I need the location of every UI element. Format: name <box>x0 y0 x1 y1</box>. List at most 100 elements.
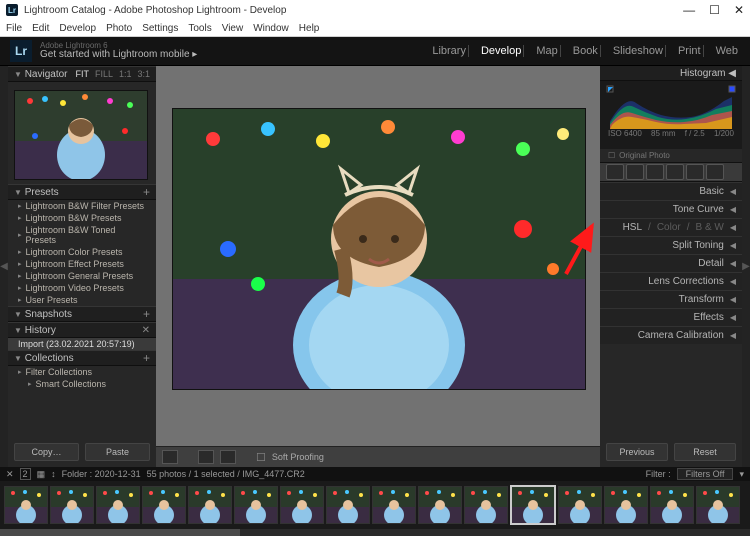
collections-add-icon[interactable]: + <box>143 351 150 365</box>
filmstrip-thumb[interactable] <box>50 486 94 524</box>
filmstrip-thumb[interactable] <box>142 486 186 524</box>
module-slideshow[interactable]: Slideshow <box>611 45 666 57</box>
collection-item[interactable]: Filter Collections <box>8 366 156 378</box>
menu-settings[interactable]: Settings <box>142 23 178 34</box>
filters-off-button[interactable]: Filters Off <box>677 468 734 480</box>
collection-item[interactable]: Smart Collections <box>8 378 156 390</box>
module-library[interactable]: Library <box>430 45 469 57</box>
menu-view[interactable]: View <box>222 23 244 34</box>
panel-split-toning[interactable]: Split Toning◀ <box>600 236 742 254</box>
filmstrip-thumb[interactable] <box>280 486 324 524</box>
snapshots-header[interactable]: ▼ Snapshots + <box>8 306 156 322</box>
panel-lens-corrections[interactable]: Lens Corrections◀ <box>600 272 742 290</box>
history-clear-icon[interactable]: ✕ <box>142 325 150 336</box>
filmstrip-thumb[interactable] <box>234 486 278 524</box>
redeye-tool-icon[interactable] <box>646 164 664 180</box>
filmstrip-thumb[interactable] <box>96 486 140 524</box>
navigator-thumbnail[interactable] <box>14 90 148 180</box>
original-photo-toggle[interactable]: ☐ Original Photo <box>600 149 742 162</box>
panel-tone-curve[interactable]: Tone Curve◀ <box>600 200 742 218</box>
copy-button[interactable]: Copy… <box>14 443 79 461</box>
menu-file[interactable]: File <box>6 23 22 34</box>
preset-folder[interactable]: Lightroom Color Presets <box>8 246 156 258</box>
panel-basic[interactable]: Basic◀ <box>600 182 742 200</box>
nav-zoom-3:1[interactable]: 3:1 <box>137 69 150 79</box>
grad-filter-icon[interactable] <box>666 164 684 180</box>
history-header[interactable]: ▼ History ✕ <box>8 322 156 338</box>
filmstrip-thumb[interactable] <box>650 486 694 524</box>
brand-big[interactable]: Get started with Lightroom mobile ▸ <box>40 50 197 60</box>
preset-folder[interactable]: User Presets <box>8 294 156 306</box>
crop-tool-icon[interactable] <box>606 164 624 180</box>
preset-folder[interactable]: Lightroom Video Presets <box>8 282 156 294</box>
minimize-button[interactable]: — <box>683 3 695 17</box>
histogram-header[interactable]: Histogram ◀ <box>600 66 742 81</box>
filmstrip-thumb[interactable] <box>604 486 648 524</box>
second-window-mode[interactable]: 2 <box>20 468 31 480</box>
module-map[interactable]: Map <box>534 45 560 57</box>
previous-button[interactable]: Previous <box>606 443 668 461</box>
filmstrip-thumb[interactable] <box>372 486 416 524</box>
nav-zoom-fit[interactable]: FIT <box>75 69 89 79</box>
module-develop[interactable]: Develop <box>479 45 524 57</box>
histogram-body[interactable]: ISO 6400 85 mm f / 2.5 1/200 <box>600 81 742 149</box>
loupe-view-icon[interactable] <box>162 450 178 464</box>
filmstrip-thumb[interactable] <box>418 486 462 524</box>
spot-tool-icon[interactable] <box>626 164 644 180</box>
filmstrip-thumb[interactable] <box>188 486 232 524</box>
filmstrip-thumb[interactable] <box>558 486 602 524</box>
module-print[interactable]: Print <box>676 45 704 57</box>
before-after-split-icon[interactable] <box>220 450 236 464</box>
menu-window[interactable]: Window <box>253 23 289 34</box>
collections-header[interactable]: ▼ Collections + <box>8 350 156 366</box>
menu-develop[interactable]: Develop <box>59 23 96 34</box>
preset-folder[interactable]: Lightroom B&W Toned Presets <box>8 224 156 246</box>
reset-button[interactable]: Reset <box>674 443 736 461</box>
panel-detail[interactable]: Detail◀ <box>600 254 742 272</box>
soft-proofing-label[interactable]: Soft Proofing <box>272 452 324 462</box>
menu-photo[interactable]: Photo <box>106 23 132 34</box>
filmstrip-thumb[interactable] <box>464 486 508 524</box>
before-after-icon[interactable] <box>198 450 214 464</box>
presets-header[interactable]: ▼ Presets + <box>8 184 156 200</box>
filmstrip-thumb[interactable] <box>326 486 370 524</box>
right-edge-toggle[interactable]: ▶ <box>742 66 750 467</box>
preset-folder[interactable]: Lightroom General Presets <box>8 270 156 282</box>
radial-filter-icon[interactable] <box>686 164 704 180</box>
menu-help[interactable]: Help <box>299 23 320 34</box>
left-edge-toggle[interactable]: ◀ <box>0 66 8 467</box>
maximize-button[interactable]: ☐ <box>709 3 720 17</box>
panel-camera-calibration[interactable]: Camera Calibration◀ <box>600 326 742 344</box>
navigator-header[interactable]: ▼ Navigator FITFILL1:13:1 <box>8 66 156 82</box>
sort-icon[interactable]: ↕ <box>51 469 56 479</box>
nav-zoom-1:1[interactable]: 1:1 <box>119 69 132 79</box>
presets-add-icon[interactable]: + <box>143 185 150 199</box>
panel-transform[interactable]: Transform◀ <box>600 290 742 308</box>
module-web[interactable]: Web <box>714 45 740 57</box>
main-preview[interactable] <box>172 108 586 390</box>
folder-path[interactable]: Folder : 2020-12-31 <box>62 469 141 479</box>
snapshots-add-icon[interactable]: + <box>143 307 150 321</box>
panel-effects[interactable]: Effects◀ <box>600 308 742 326</box>
filmstrip[interactable] <box>0 481 750 529</box>
filmstrip-thumb[interactable] <box>510 485 556 525</box>
preset-folder[interactable]: Lightroom B&W Filter Presets <box>8 200 156 212</box>
filmstrip-thumb[interactable] <box>4 486 48 524</box>
menu-edit[interactable]: Edit <box>32 23 49 34</box>
preset-folder[interactable]: Lightroom Effect Presets <box>8 258 156 270</box>
filmstrip-thumb[interactable] <box>696 486 740 524</box>
menu-tools[interactable]: Tools <box>188 23 211 34</box>
history-item[interactable]: Import (23.02.2021 20:57:19) <box>8 338 156 350</box>
nav-zoom-fill[interactable]: FILL <box>95 69 113 79</box>
panel-hsl[interactable]: HSL/Color/B & W◀ <box>600 218 742 236</box>
grid-icon[interactable]: ▦ <box>37 469 46 480</box>
paste-button[interactable]: Paste <box>85 443 150 461</box>
filmstrip-scrollbar[interactable] <box>0 529 750 536</box>
module-book[interactable]: Book <box>571 45 601 57</box>
preset-folder[interactable]: Lightroom B&W Presets <box>8 212 156 224</box>
close-button[interactable]: ✕ <box>734 3 744 17</box>
brush-tool-icon[interactable] <box>706 164 724 180</box>
filter-lock-icon[interactable]: ▾ <box>739 469 744 480</box>
second-window-icon[interactable]: ✕ <box>6 469 14 480</box>
image-stage[interactable] <box>156 66 600 446</box>
